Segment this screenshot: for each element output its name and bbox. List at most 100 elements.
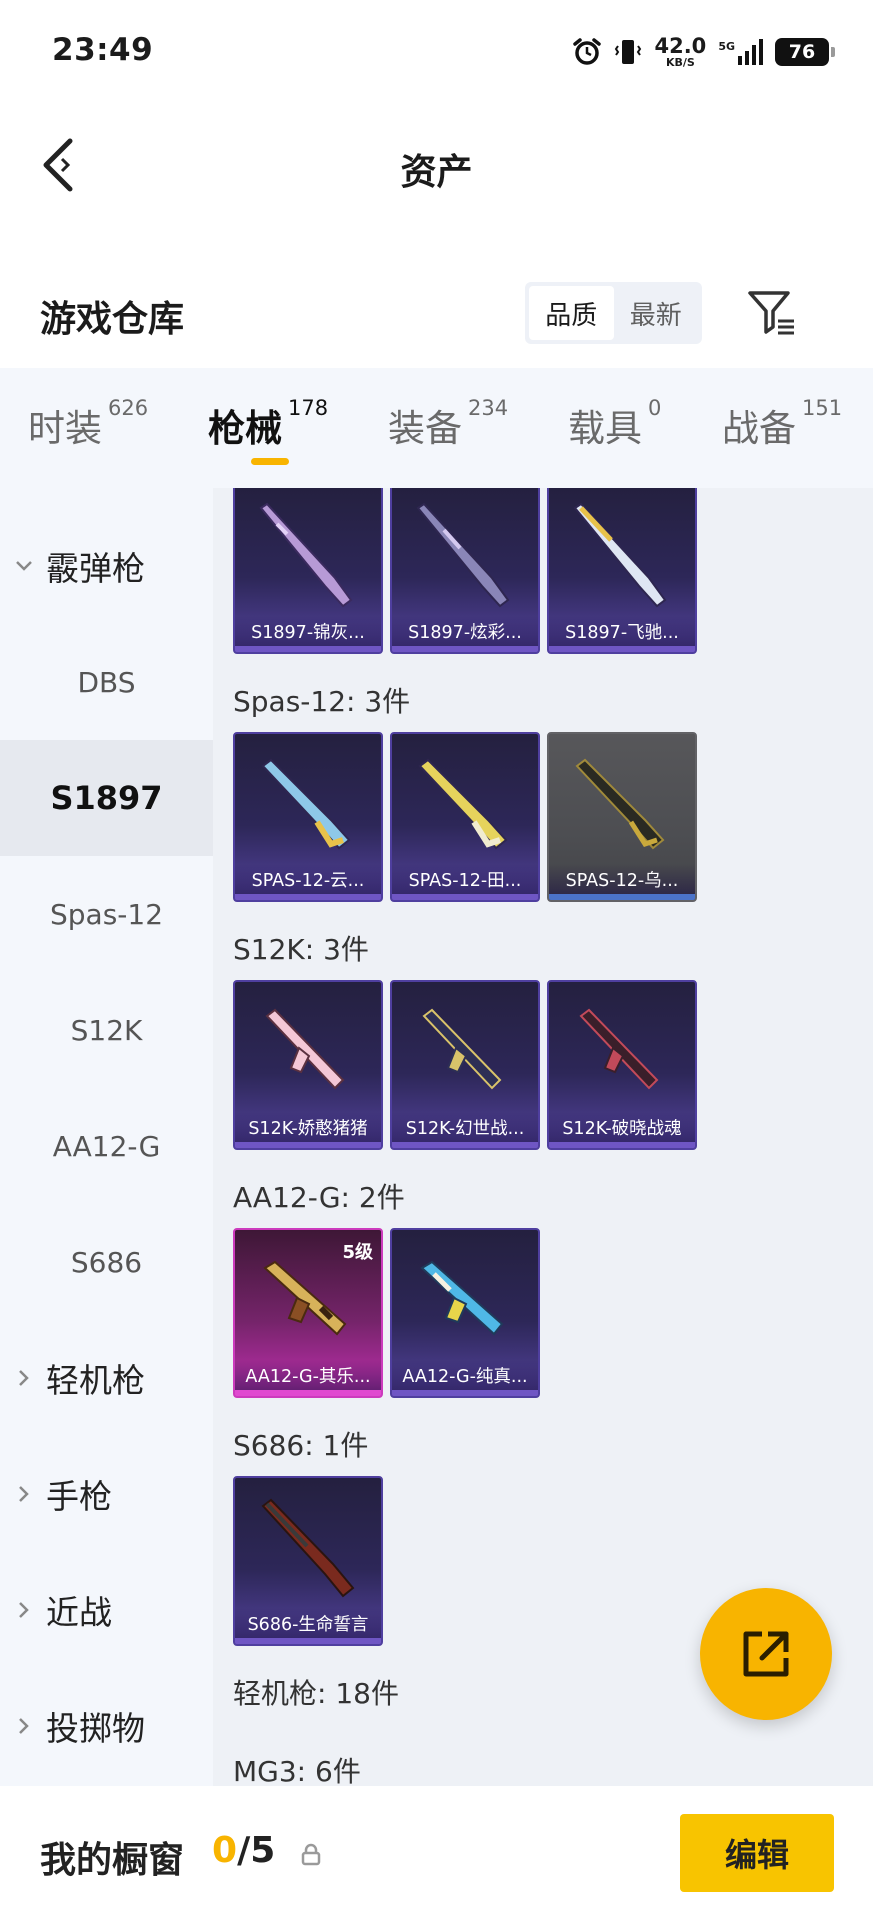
tab-count: 626 — [108, 396, 149, 420]
section-label: AA12-G: 2件 — [233, 1181, 405, 1214]
showcase-current: 0 — [212, 1830, 238, 1871]
item-card[interactable]: S1897-锦灰... — [233, 488, 383, 654]
tab-label: 载具 — [568, 407, 642, 450]
rarity-bar — [549, 646, 695, 652]
sidebar-item-s12k[interactable]: S12K — [0, 972, 213, 1088]
shotgun-icon — [259, 502, 353, 608]
chevron-down-icon — [14, 556, 34, 576]
item-name: S1897-飞驰... — [549, 616, 695, 646]
sidebar-group-throwables[interactable]: 投掷物 — [0, 1668, 213, 1784]
sidebar-item-s686[interactable]: S686 — [0, 1204, 213, 1320]
rarity-bar — [235, 1142, 381, 1148]
tab-fashion[interactable]: 时装 626 — [28, 396, 149, 452]
tab-vehicles[interactable]: 载具 0 — [568, 396, 662, 452]
sidebar-group-label: 投掷物 — [46, 1709, 145, 1748]
sidebar-group-lmg[interactable]: 轻机枪 — [0, 1320, 213, 1436]
tab-label: 装备 — [388, 407, 462, 450]
shotgun-icon — [418, 758, 508, 850]
item-name: AA12-G-其乐... — [235, 1360, 381, 1390]
battery-indicator: 76 — [775, 38, 835, 66]
section-label: 轻机枪: 18件 — [233, 1677, 399, 1710]
rarity-bar — [549, 1142, 695, 1148]
item-name: S1897-锦灰... — [235, 616, 381, 646]
shotgun-icon — [573, 502, 667, 608]
rifle-shotgun-icon — [422, 1008, 502, 1090]
tab-combat-gear[interactable]: 战备 151 — [722, 396, 843, 452]
sidebar-group-melee[interactable]: 近战 — [0, 1552, 213, 1668]
item-card[interactable]: S1897-炫彩... — [390, 488, 540, 654]
sidebar-group-label: 轻机枪 — [46, 1361, 145, 1400]
shotgun-icon — [416, 502, 510, 608]
item-card[interactable]: S12K-破晓战魂 — [547, 980, 697, 1150]
rarity-bar — [392, 646, 538, 652]
chevron-right-icon — [14, 1716, 34, 1736]
tab-label: 枪械 — [208, 407, 282, 450]
tab-count: 0 — [648, 396, 662, 420]
tab-label: 战备 — [722, 407, 796, 450]
section-label: MG3: 6件 — [233, 1755, 361, 1786]
item-card[interactable]: SPAS-12-乌... — [547, 732, 697, 902]
share-button[interactable] — [700, 1588, 832, 1720]
rarity-bar — [392, 894, 538, 900]
tab-count: 151 — [802, 396, 843, 420]
sidebar-item-spas12[interactable]: Spas-12 — [0, 856, 213, 972]
status-time: 23:49 — [52, 32, 154, 68]
status-bar: 23:49 42.0 KB/S 5G 76 — [0, 0, 873, 100]
net-speed-unit: KB/S — [665, 56, 695, 69]
sidebar-group-label: 近战 — [46, 1593, 112, 1632]
chevron-right-icon — [14, 1368, 34, 1388]
section-label: S686: 1件 — [233, 1429, 369, 1462]
shotgun-icon — [575, 758, 665, 850]
tab-equipment[interactable]: 装备 234 — [388, 396, 508, 452]
item-card[interactable]: AA12-G-纯真... — [390, 1228, 540, 1398]
item-card[interactable]: S12K-幻世战... — [390, 980, 540, 1150]
sidebar: 霰弹枪 DBS S1897 Spas-12 S12K AA12-G S686 轻… — [0, 488, 213, 1786]
item-name: SPAS-12-乌... — [549, 864, 695, 894]
showcase-count: 0/5 — [212, 1830, 275, 1871]
net-speed-value: 42.0 — [654, 34, 707, 58]
sort-toggle: 品质 最新 — [525, 282, 702, 344]
tab-firearms[interactable]: 枪械 178 — [208, 396, 329, 452]
item-card[interactable]: 5级 AA12-G-其乐... — [233, 1228, 383, 1398]
sidebar-group-label: 霰弹枪 — [46, 549, 145, 588]
rarity-bar — [235, 894, 381, 900]
edit-button[interactable]: 编辑 — [680, 1814, 834, 1892]
shotgun-icon — [261, 1498, 355, 1598]
signal-icon — [738, 39, 763, 65]
alarm-icon — [573, 38, 602, 65]
filter-button[interactable] — [742, 282, 802, 344]
chevron-right-icon — [14, 1600, 34, 1620]
sidebar-item-aa12g[interactable]: AA12-G — [0, 1088, 213, 1204]
nav-header: 资产 — [0, 100, 873, 230]
item-name: S12K-娇憨猪猪 — [235, 1112, 381, 1142]
bottom-bar: 我的橱窗 0/5 编辑 — [0, 1786, 873, 1920]
lock-icon — [301, 1843, 321, 1866]
item-card[interactable]: S1897-飞驰... — [547, 488, 697, 654]
sort-option-latest[interactable]: 最新 — [614, 286, 699, 340]
item-card[interactable]: S12K-娇憨猪猪 — [233, 980, 383, 1150]
rarity-bar — [392, 1142, 538, 1148]
sidebar-group-shotgun[interactable]: 霰弹枪 — [0, 508, 213, 624]
rarity-bar — [549, 894, 695, 900]
section-label: S12K: 3件 — [233, 933, 369, 966]
sort-option-quality[interactable]: 品质 — [529, 286, 614, 340]
sidebar-group-pistol[interactable]: 手枪 — [0, 1436, 213, 1552]
item-name: S12K-破晓战魂 — [549, 1112, 695, 1142]
showcase-label: 我的橱窗 — [40, 1840, 185, 1881]
item-card[interactable]: S686-生命誓言 — [233, 1476, 383, 1646]
tab-label: 时装 — [28, 407, 102, 450]
rarity-bar — [235, 1638, 381, 1644]
item-name: SPAS-12-云... — [235, 864, 381, 894]
filter-icon — [748, 291, 794, 335]
tab-count: 178 — [288, 396, 329, 420]
warehouse-title: 游戏仓库 — [40, 299, 185, 340]
sidebar-item-dbs[interactable]: DBS — [0, 624, 213, 740]
sidebar-item-s1897[interactable]: S1897 — [0, 740, 213, 856]
sidebar-group-label: 手枪 — [46, 1477, 112, 1516]
shotgun-icon — [261, 758, 351, 850]
rifle-shotgun-icon — [265, 1008, 345, 1090]
rarity-bar — [235, 646, 381, 652]
showcase-total: /5 — [237, 1830, 276, 1871]
item-card[interactable]: SPAS-12-云... — [233, 732, 383, 902]
item-card[interactable]: SPAS-12-田... — [390, 732, 540, 902]
